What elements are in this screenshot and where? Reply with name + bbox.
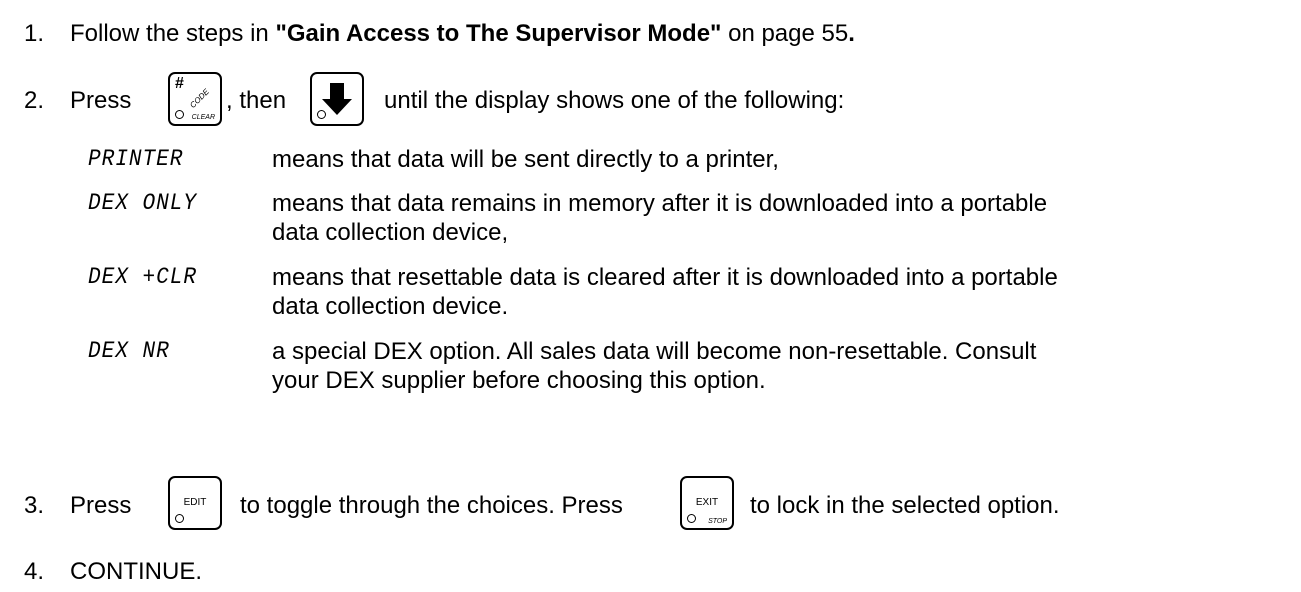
step-1-text: Follow the steps in "Gain Access to The … <box>70 20 855 48</box>
option-desc-dex-nr: a special DEX option. All sales data wil… <box>272 337 1036 395</box>
key-stop-label: STOP <box>708 518 727 525</box>
option-desc-line: means that resettable data is cleared af… <box>272 264 1058 291</box>
key-hash-symbol: # <box>175 75 184 92</box>
step-2-press: Press <box>70 87 132 114</box>
key-code-label: CODE <box>188 87 211 110</box>
option-desc-line: your DEX supplier before choosing this o… <box>272 367 766 394</box>
step-4-number: 4. <box>24 558 45 585</box>
step-2-rest: until the display shows one of the follo… <box>384 87 845 114</box>
option-term-printer: PRINTER <box>88 146 184 172</box>
option-term-dex-nr: DEX NR <box>88 338 170 364</box>
option-term-dex-clr: DEX +CLR <box>88 264 197 290</box>
key-led-icon <box>175 514 184 523</box>
option-term-dex-only: DEX ONLY <box>88 190 197 216</box>
code-clear-key[interactable]: # CODE CLEAR <box>168 72 222 126</box>
step-3-mid: to toggle through the choices. Press <box>240 492 623 519</box>
step-2-number: 2. <box>24 87 45 114</box>
key-edit-label: EDIT <box>183 497 207 508</box>
option-desc-line: means that data will be sent directly to… <box>272 146 779 173</box>
key-led-icon <box>317 110 326 119</box>
option-desc-printer: means that data will be sent directly to… <box>272 145 779 174</box>
key-led-icon <box>175 110 184 119</box>
step-1-mid: on page 55 <box>721 20 849 47</box>
step-1-link-title: "Gain Access to The Supervisor Mode" <box>275 20 722 47</box>
step-3-number: 3. <box>24 492 45 519</box>
step-3-press: Press <box>70 492 132 519</box>
step-1-end: . <box>848 20 855 47</box>
option-desc-line: means that data remains in memory after … <box>272 190 1048 217</box>
step-2-then: , then <box>226 87 287 114</box>
step-4-text: CONTINUE. <box>70 558 202 585</box>
step-1-pre: Follow the steps in <box>70 20 276 47</box>
down-arrow-key[interactable] <box>310 72 364 126</box>
step-1-number: 1. <box>24 20 45 47</box>
option-desc-dex-only: means that data remains in memory after … <box>272 189 1047 247</box>
edit-key[interactable]: EDIT <box>168 476 222 530</box>
option-desc-line: data collection device, <box>272 219 509 246</box>
exit-stop-key[interactable]: EXIT STOP <box>680 476 734 530</box>
step-3-end: to lock in the selected option. <box>750 492 1060 519</box>
key-exit-label: EXIT <box>695 497 719 508</box>
option-desc-dex-clr: means that resettable data is cleared af… <box>272 263 1058 321</box>
option-desc-line: data collection device. <box>272 293 509 320</box>
key-led-icon <box>687 514 696 523</box>
key-clear-label: CLEAR <box>191 114 215 121</box>
option-desc-line: a special DEX option. All sales data wil… <box>272 338 1037 365</box>
